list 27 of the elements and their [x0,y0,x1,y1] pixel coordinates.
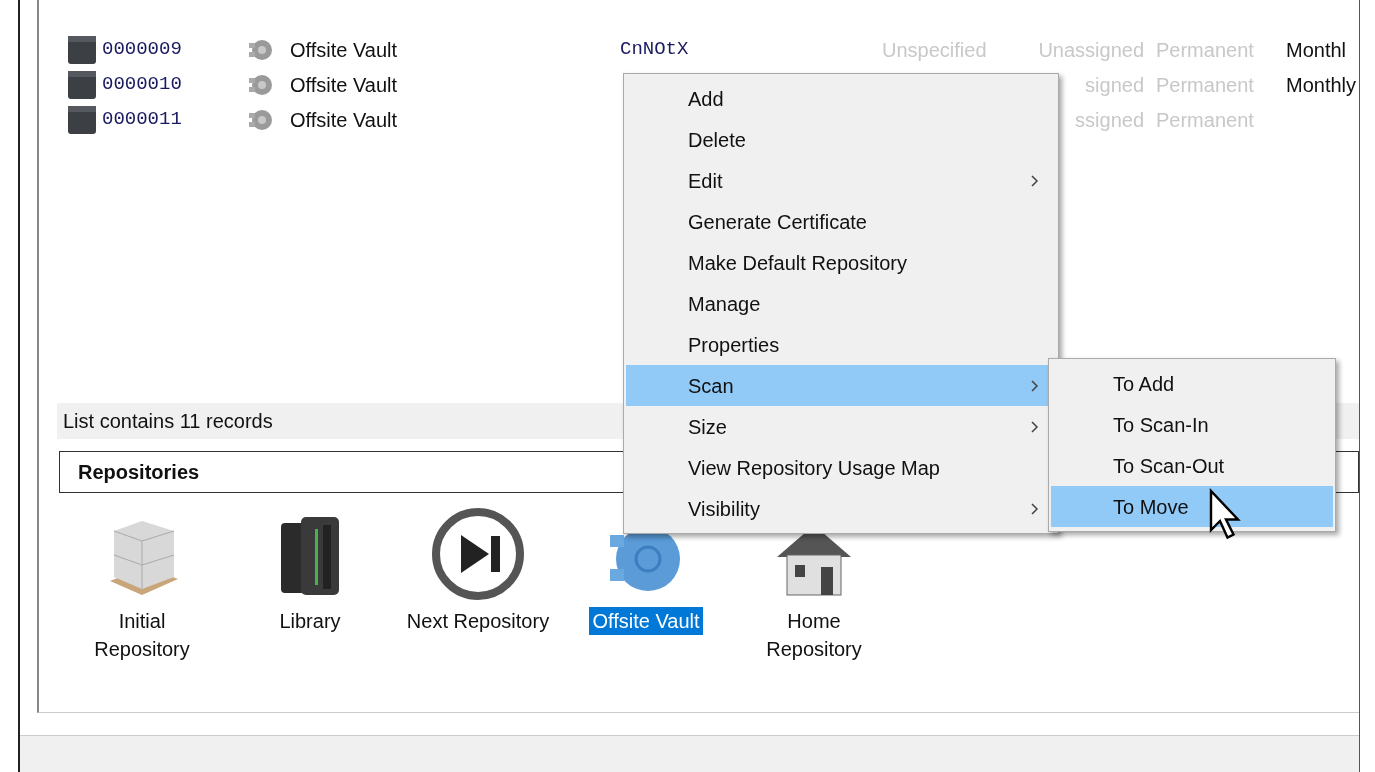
record-id: 0000009 [102,37,183,63]
menu-item[interactable]: Add [626,78,1056,119]
repository-label[interactable]: Next Repository [403,607,553,635]
table-cell-text: Monthl [1286,37,1348,63]
mouse-cursor-icon [1208,488,1244,542]
menu-item[interactable]: Delete [626,119,1056,160]
repository-name: Offsite Vault [290,37,399,63]
repository-label[interactable]: Library [276,607,344,635]
menu-item[interactable]: Make Default Repository [626,242,1056,283]
record-id: 0000010 [102,72,183,98]
skip-next-icon [431,507,525,601]
repository-label[interactable]: Initial Repository [91,607,193,663]
table-cell-text: CnNOtX [620,37,690,63]
record-id: 0000011 [102,107,183,133]
menu-item[interactable]: Properties [626,324,1056,365]
menu-item[interactable]: Generate Certificate [626,201,1056,242]
repository-label[interactable]: Offsite Vault [589,607,703,635]
tape-icon [67,69,97,100]
repository-name: Offsite Vault [290,72,399,98]
menu-item[interactable]: Edit [626,160,1056,201]
repository-name: Offsite Vault [290,107,399,133]
menu-item[interactable]: To Move [1051,486,1333,527]
tape-icon [67,34,97,65]
menu-item[interactable]: Manage [626,283,1056,324]
tape-icon [67,104,97,135]
repository-label[interactable]: Home Repository [763,607,865,663]
table-cell-text: Monthly [1286,72,1358,98]
